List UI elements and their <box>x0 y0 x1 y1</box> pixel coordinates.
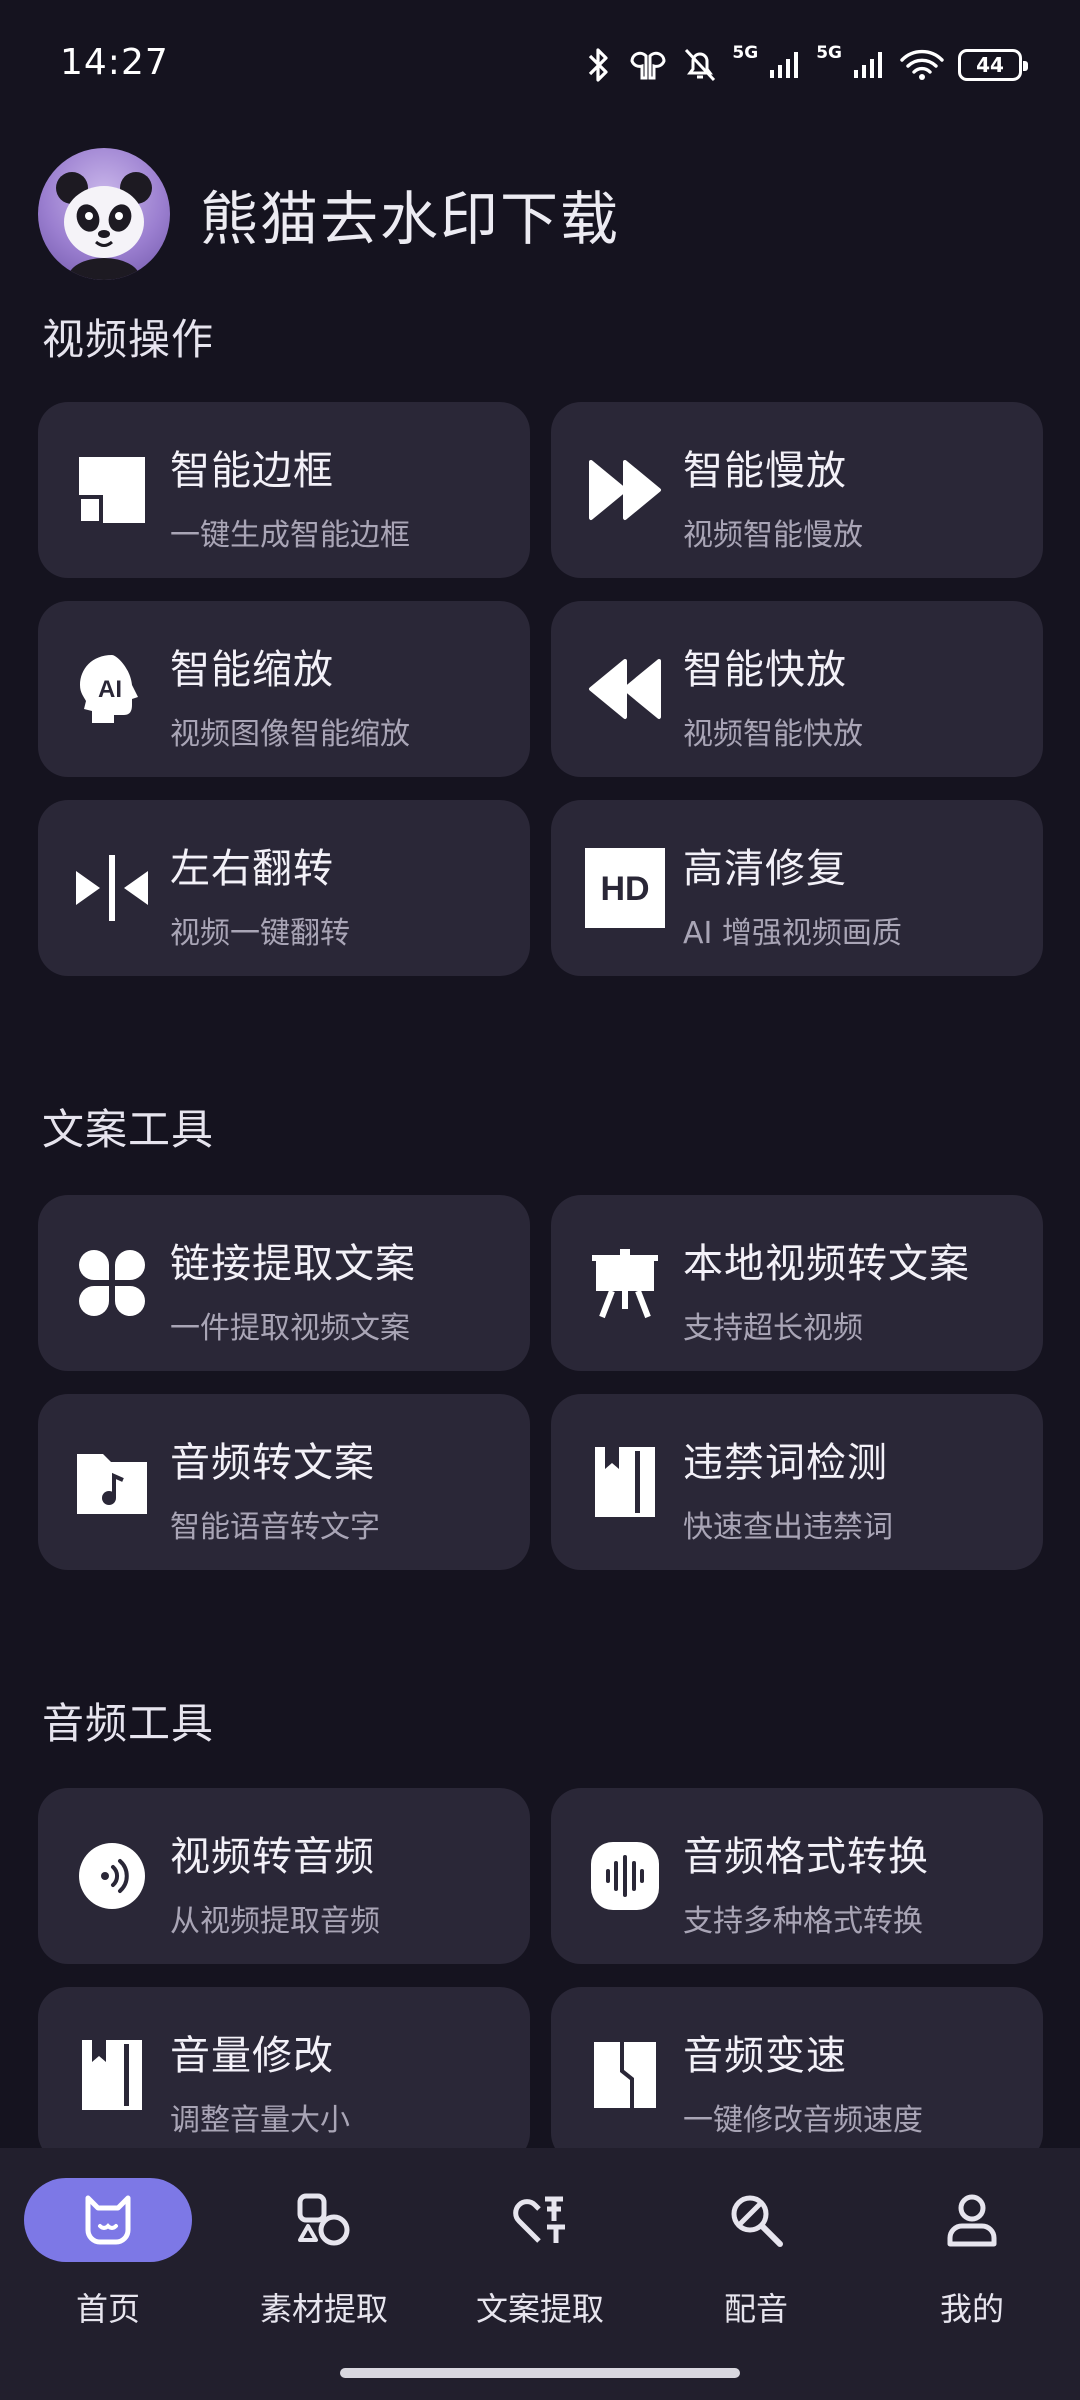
signal-icon <box>770 52 799 78</box>
volume-book-icon <box>72 2035 152 2115</box>
app-header: 熊猫去水印下载 <box>38 148 620 280</box>
music-folder-icon <box>72 1442 152 1522</box>
card-title: 智能缩放 <box>170 647 334 693</box>
person-icon <box>888 2178 1056 2262</box>
bookmark-book-icon <box>585 1442 665 1522</box>
nav-label: 文案提取 <box>475 2290 604 2328</box>
card-subtitle: 支持超长视频 <box>683 1311 863 1346</box>
panda-icon <box>56 172 152 280</box>
card-subtitle: 视频智能快放 <box>683 717 863 752</box>
card-smart-zoom[interactable]: AI 智能缩放 视频图像智能缩放 <box>38 601 530 777</box>
status-icons: 5G 5G 44 <box>584 40 1028 90</box>
card-subtitle: 快速查出违禁词 <box>683 1510 893 1545</box>
card-title: 违禁词检测 <box>683 1440 888 1486</box>
nav-material-extract[interactable]: 素材提取 <box>234 2178 414 2330</box>
bottom-nav: 首页 素材提取 文案提取 配音 我的 <box>0 2148 1080 2400</box>
icon-text: HD <box>600 870 649 908</box>
card-local-video-to-text[interactable]: 本地视频转文案 支持超长视频 <box>551 1195 1043 1371</box>
ai-head-icon: AI <box>72 649 152 729</box>
nav-profile[interactable]: 我的 <box>882 2178 1062 2330</box>
card-subtitle: AI 增强视频画质 <box>683 916 902 951</box>
nav-label: 配音 <box>723 2290 788 2328</box>
fast-forward-icon <box>585 450 665 530</box>
audio-wave-circle-icon <box>72 1836 152 1916</box>
flip-icon <box>72 848 152 928</box>
card-hd-restore[interactable]: HD 高清修复 AI 增强视频画质 <box>551 800 1043 976</box>
shapes-icon <box>240 2178 408 2262</box>
rewind-icon <box>585 649 665 729</box>
card-subtitle: 一件提取视频文案 <box>170 1311 410 1346</box>
card-subtitle: 调整音量大小 <box>170 2103 350 2138</box>
earbuds-icon <box>630 51 666 80</box>
panda-avatar[interactable] <box>38 148 170 280</box>
battery-level: 44 <box>976 53 1004 77</box>
card-subtitle: 智能语音转文字 <box>170 1510 380 1545</box>
card-subtitle: 一键生成智能边框 <box>170 518 410 553</box>
status-time: 14:27 <box>60 42 169 83</box>
card-subtitle: 视频图像智能缩放 <box>170 717 410 752</box>
network-type-2: 5G <box>816 43 842 63</box>
card-title: 智能快放 <box>683 647 847 693</box>
card-subtitle: 支持多种格式转换 <box>683 1904 923 1939</box>
card-volume-edit[interactable]: 音量修改 调整音量大小 <box>38 1987 530 2163</box>
icon-text: AI <box>98 676 122 703</box>
card-title: 链接提取文案 <box>170 1241 416 1287</box>
section-title-video: 视频操作 <box>42 315 215 364</box>
nav-home[interactable]: 首页 <box>18 2178 198 2330</box>
mute-bell-icon <box>685 48 716 82</box>
status-bar: 14:27 5G 5G 44 <box>0 0 1080 130</box>
card-smart-border[interactable]: 智能边框 一键生成智能边框 <box>38 402 530 578</box>
clover-icon <box>72 1243 152 1323</box>
card-banned-words[interactable]: 违禁词检测 快速查出违禁词 <box>551 1394 1043 1570</box>
app-screen: 14:27 5G 5G 44 熊猫去水印下载 视频操作 智能边框 一键生成智能边… <box>0 0 1080 2400</box>
card-title: 智能慢放 <box>683 448 847 494</box>
card-title: 智能边框 <box>170 448 334 494</box>
mic-search-icon <box>672 2178 840 2262</box>
card-title: 本地视频转文案 <box>683 1241 970 1287</box>
card-subtitle: 视频智能慢放 <box>683 518 863 553</box>
card-audio-speed[interactable]: 音频变速 一键修改音频速度 <box>551 1987 1043 2163</box>
card-title: 音频变速 <box>683 2033 847 2079</box>
signal-icon <box>854 52 882 78</box>
nav-dubbing[interactable]: 配音 <box>666 2178 846 2330</box>
home-cat-icon <box>24 2178 192 2262</box>
card-flip[interactable]: 左右翻转 视频一键翻转 <box>38 800 530 976</box>
card-video-to-audio[interactable]: 视频转音频 从视频提取音频 <box>38 1788 530 1964</box>
speed-shape-icon <box>585 2035 665 2115</box>
card-audio-format-convert[interactable]: 音频格式转换 支持多种格式转换 <box>551 1788 1043 1964</box>
hd-icon: HD <box>585 848 665 928</box>
card-smart-fastplay[interactable]: 智能快放 视频智能快放 <box>551 601 1043 777</box>
nav-copy-extract[interactable]: 文案提取 <box>450 2178 630 2330</box>
network-type-1: 5G <box>732 43 759 63</box>
card-subtitle: 从视频提取音频 <box>170 1904 380 1939</box>
heart-text-icon <box>456 2178 624 2262</box>
nav-label: 首页 <box>75 2290 140 2328</box>
nav-label: 素材提取 <box>259 2290 388 2328</box>
wifi-icon <box>900 49 944 80</box>
card-title: 高清修复 <box>683 846 847 892</box>
bluetooth-icon <box>589 48 609 82</box>
easel-icon <box>585 1243 665 1323</box>
card-subtitle: 视频一键翻转 <box>170 916 350 951</box>
card-title: 音频转文案 <box>170 1440 375 1486</box>
card-title: 音频格式转换 <box>683 1834 929 1880</box>
section-title-audio: 音频工具 <box>42 1699 215 1748</box>
waveform-icon <box>585 1836 665 1916</box>
card-audio-to-text[interactable]: 音频转文案 智能语音转文字 <box>38 1394 530 1570</box>
card-title: 视频转音频 <box>170 1834 375 1880</box>
battery-icon: 44 <box>958 49 1028 81</box>
section-title-copywriting: 文案工具 <box>42 1105 215 1154</box>
card-title: 音量修改 <box>170 2033 334 2079</box>
home-indicator[interactable] <box>340 2368 740 2378</box>
nav-label: 我的 <box>939 2290 1004 2328</box>
card-subtitle: 一键修改音频速度 <box>683 2103 923 2138</box>
card-smart-slowmo[interactable]: 智能慢放 视频智能慢放 <box>551 402 1043 578</box>
card-title: 左右翻转 <box>170 846 334 892</box>
card-link-extract[interactable]: 链接提取文案 一件提取视频文案 <box>38 1195 530 1371</box>
app-title: 熊猫去水印下载 <box>200 185 621 253</box>
frame-icon <box>72 450 152 530</box>
